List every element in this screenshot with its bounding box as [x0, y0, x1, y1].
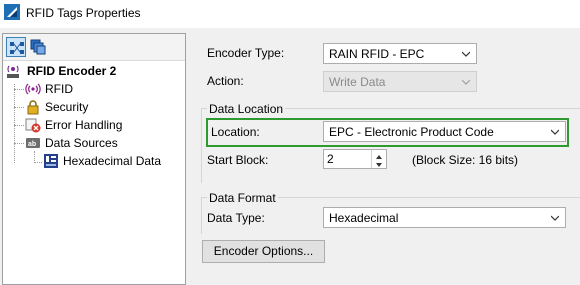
data-location-title: Data Location	[207, 102, 286, 116]
error-icon	[25, 118, 41, 133]
tree-toolbar	[3, 34, 185, 61]
location-select[interactable]: EPC - Electronic Product Code	[323, 121, 566, 142]
chevron-down-icon	[551, 215, 559, 221]
tree-item-label: Security	[45, 100, 89, 114]
stepper-up-button[interactable]	[372, 150, 386, 159]
caret-down-icon	[376, 163, 382, 167]
data-sources-icon: ab	[26, 138, 40, 148]
tree-view-button[interactable]	[6, 37, 26, 57]
tree-panel: RFID Encoder 2 RFID Security Error Handl…	[2, 33, 186, 285]
tree-item-label: RFID	[45, 80, 73, 98]
action-label: Action:	[207, 74, 244, 88]
encoder-type-label: Encoder Type:	[207, 46, 285, 60]
lock-icon	[27, 100, 39, 115]
window-title: RFID Tags Properties	[26, 6, 141, 20]
data-type-select[interactable]: Hexadecimal	[323, 207, 566, 228]
tree-view-icon	[10, 42, 24, 54]
encoder-type-select[interactable]: RAIN RFID - EPC	[323, 43, 477, 64]
app-logo-icon	[4, 4, 20, 20]
tree-item-label: Data Sources	[45, 136, 118, 150]
encoder-options-button[interactable]: Encoder Options...	[202, 240, 325, 263]
start-block-stepper[interactable]: 2	[323, 149, 387, 169]
data-format-title: Data Format	[207, 191, 278, 205]
tree-item-label: Error Handling	[45, 118, 123, 132]
action-value: Write Data	[329, 75, 386, 89]
start-block-value: 2	[327, 152, 334, 166]
location-label: Location:	[211, 125, 260, 139]
tree-root-label: RFID Encoder 2	[27, 64, 117, 78]
chevron-down-icon	[462, 79, 470, 85]
stepper-buttons	[371, 150, 386, 168]
title-bar: RFID Tags Properties	[0, 0, 580, 28]
location-value: EPC - Electronic Product Code	[329, 125, 494, 139]
data-type-value: Hexadecimal	[329, 211, 399, 225]
rfid-encoder-icon	[7, 65, 19, 78]
pages-view-button[interactable]	[28, 37, 48, 57]
chevron-down-icon	[462, 51, 470, 57]
data-type-label: Data Type:	[207, 211, 265, 225]
stacked-pages-icon	[30, 39, 46, 55]
properties-form: Encoder Type: RAIN RFID - EPC Action: Wr…	[190, 33, 580, 285]
block-size-note: (Block Size: 16 bits)	[412, 153, 519, 167]
start-block-label: Start Block:	[207, 153, 269, 167]
svg-text:ab: ab	[28, 141, 36, 148]
hex-data-icon	[44, 154, 58, 168]
stepper-down-button[interactable]	[372, 159, 386, 168]
rfid-waves-icon	[25, 83, 41, 95]
tree-item-label: Hexadecimal Data	[63, 154, 162, 168]
action-select[interactable]: Write Data	[323, 71, 477, 92]
chevron-down-icon	[551, 129, 559, 135]
encoder-type-value: RAIN RFID - EPC	[329, 47, 425, 61]
